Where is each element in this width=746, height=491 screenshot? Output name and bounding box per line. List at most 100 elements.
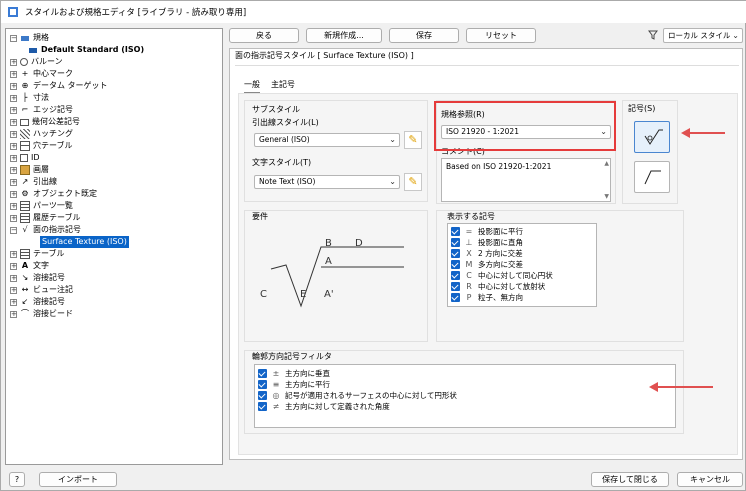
direction-filter-list[interactable]: ± 主方向に垂直 ≡ 主方向に平行 ◎ 記号が適用されるサーフェスの中心に対して円形状… — [254, 364, 676, 428]
checkbox[interactable] — [258, 391, 267, 400]
collapse-icon[interactable]: − — [10, 34, 17, 42]
collapse-icon[interactable]: − — [10, 226, 17, 234]
save-close-button[interactable]: 保存して閉じる — [591, 472, 669, 487]
expand-icon[interactable]: + — [10, 106, 17, 114]
tree-item[interactable]: + ├ 寸法 — [10, 92, 49, 104]
save-button[interactable]: 保存 — [389, 28, 459, 43]
tree-item[interactable]: + A 文字 — [10, 260, 49, 272]
style-tree[interactable]: − 規格 Default Standard (ISO) + バルーン + + 中心マーク… — [5, 28, 223, 465]
leader-style-dropdown[interactable]: General (ISO) ⌄ — [254, 133, 400, 147]
tree-item[interactable]: + ⌐ エッジ記号 — [10, 104, 73, 116]
list-item[interactable]: P 粒子、無方向 — [451, 292, 523, 303]
expand-icon[interactable]: + — [10, 154, 17, 162]
edit-text-style-icon[interactable]: ✎ — [404, 173, 422, 191]
list-item[interactable]: X2 方向に交差 — [451, 248, 523, 259]
expand-icon[interactable]: + — [10, 82, 17, 90]
tree-item[interactable]: − 規格 — [10, 32, 49, 44]
expand-icon[interactable]: + — [10, 70, 17, 78]
expand-icon[interactable]: + — [10, 286, 17, 294]
checkbox[interactable] — [451, 249, 460, 258]
checkbox[interactable] — [451, 227, 460, 236]
checkbox[interactable] — [451, 238, 460, 247]
edit-leader-style-icon[interactable]: ✎ — [404, 131, 422, 149]
symbol-alt-button[interactable] — [634, 161, 670, 193]
help-button[interactable]: ? — [9, 472, 25, 487]
tree-item[interactable]: + パーツ一覧 — [10, 200, 73, 212]
tree-item[interactable]: + ⌒ 溶接ビード — [10, 308, 73, 320]
tree-item[interactable]: Default Standard (ISO) — [28, 44, 144, 56]
expand-icon[interactable]: + — [10, 178, 17, 186]
expand-icon[interactable]: + — [10, 202, 17, 210]
text-icon: A — [21, 261, 29, 270]
tree-item[interactable]: + 画層 — [10, 164, 49, 176]
expand-icon[interactable]: + — [10, 298, 17, 306]
tree-item[interactable]: + ⚙ オブジェクト既定 — [10, 188, 97, 200]
tree-item[interactable]: + ↗ 引出線 — [10, 176, 57, 188]
tree-item[interactable]: + ↙ 溶接記号 — [10, 296, 65, 308]
list-item[interactable]: ≠ 主方向に対して定義された角度 — [258, 401, 390, 412]
expand-icon[interactable]: + — [10, 274, 17, 282]
tree-item[interactable]: + ID — [10, 152, 40, 164]
list-item[interactable]: R 中心に対して放射状 — [451, 281, 545, 292]
checkbox[interactable] — [451, 260, 460, 269]
list-item[interactable]: C 中心に対して同心円状 — [451, 270, 553, 281]
tree-item-selected[interactable]: Surface Texture (ISO) — [40, 236, 129, 248]
back-button[interactable]: 戻る — [229, 28, 299, 43]
edge-symbol-icon: ⌐ — [21, 105, 29, 114]
expand-icon[interactable]: + — [10, 130, 17, 138]
symbol-basic-button[interactable] — [634, 121, 670, 153]
tab-main-symbol[interactable]: 主記号 — [271, 79, 295, 90]
reset-button[interactable]: リセット — [466, 28, 536, 43]
cancel-button[interactable]: キャンセル — [677, 472, 743, 487]
panel-header: 面の指示記号スタイル [ Surface Texture (ISO) ] — [235, 51, 414, 60]
object-defaults-icon: ⚙ — [21, 189, 29, 198]
list-item[interactable]: = 投影面に平行 — [451, 226, 523, 237]
comment-field[interactable]: Based on ISO 21920-1:2021 ▲ ▼ — [441, 158, 611, 202]
checkbox[interactable] — [451, 282, 460, 291]
display-symbols-list[interactable]: = 投影面に平行 ⊥ 投影面に直角 X2 方向に交差 M 多方向に交差 C 中心に対して… — [447, 223, 597, 307]
tree-item[interactable]: + ⊕ データム ターゲット — [10, 80, 108, 92]
expand-icon[interactable]: + — [10, 262, 17, 270]
expand-icon[interactable]: + — [10, 94, 17, 102]
checkbox[interactable] — [258, 369, 267, 378]
list-item[interactable]: ⊥ 投影面に直角 — [451, 237, 523, 248]
tree-item[interactable]: + 穴テーブル — [10, 140, 73, 152]
expand-icon[interactable]: + — [10, 310, 17, 318]
tree-item[interactable]: + 幾何公差記号 — [10, 116, 80, 128]
expand-icon[interactable]: + — [10, 250, 17, 258]
tree-item[interactable]: + ↔ ビュー注記 — [10, 284, 73, 296]
scroll-up-icon[interactable]: ▲ — [604, 160, 609, 167]
new-button[interactable]: 新規作成... — [306, 28, 382, 43]
tree-item[interactable]: − √ 面の指示記号 — [10, 224, 81, 236]
expand-icon[interactable]: + — [10, 190, 17, 198]
display-symbols-title: 表示する記号 — [447, 212, 495, 221]
expand-icon[interactable]: + — [10, 214, 17, 222]
tree-item[interactable]: + テーブル — [10, 248, 65, 260]
tree-item[interactable]: + ↘ 溶接記号 — [10, 272, 65, 284]
list-item[interactable]: ± 主方向に垂直 — [258, 368, 330, 379]
tree-item[interactable]: + 履歴テーブル — [10, 212, 81, 224]
text-style-dropdown[interactable]: Note Text (ISO) ⌄ — [254, 175, 400, 189]
expand-icon[interactable]: + — [10, 118, 17, 126]
label-a: A — [325, 256, 332, 267]
leader-style-label: 引出線スタイル(L) — [252, 118, 319, 127]
label-d: D — [355, 238, 363, 249]
list-item[interactable]: ◎ 記号が適用されるサーフェスの中心に対して円形状 — [258, 390, 457, 401]
expand-icon[interactable]: + — [10, 142, 17, 150]
checkbox[interactable] — [451, 293, 460, 302]
tree-item[interactable]: + ハッチング — [10, 128, 73, 140]
checkbox[interactable] — [258, 380, 267, 389]
scroll-down-icon[interactable]: ▼ — [604, 193, 609, 200]
tree-item[interactable]: + + 中心マーク — [10, 68, 73, 80]
checkbox[interactable] — [451, 271, 460, 280]
surface-texture-alt-icon — [644, 170, 661, 185]
list-item[interactable]: ≡ 主方向に平行 — [258, 379, 330, 390]
tab-general[interactable]: 一般 — [244, 79, 260, 94]
expand-icon[interactable]: + — [10, 166, 17, 174]
tree-item[interactable]: + バルーン — [10, 56, 63, 68]
list-item[interactable]: M 多方向に交差 — [451, 259, 523, 270]
expand-icon[interactable]: + — [10, 58, 17, 66]
checkbox[interactable] — [258, 402, 267, 411]
import-button[interactable]: インポート — [39, 472, 117, 487]
filter-dropdown[interactable]: ローカル スタイル ⌄ — [663, 28, 743, 43]
